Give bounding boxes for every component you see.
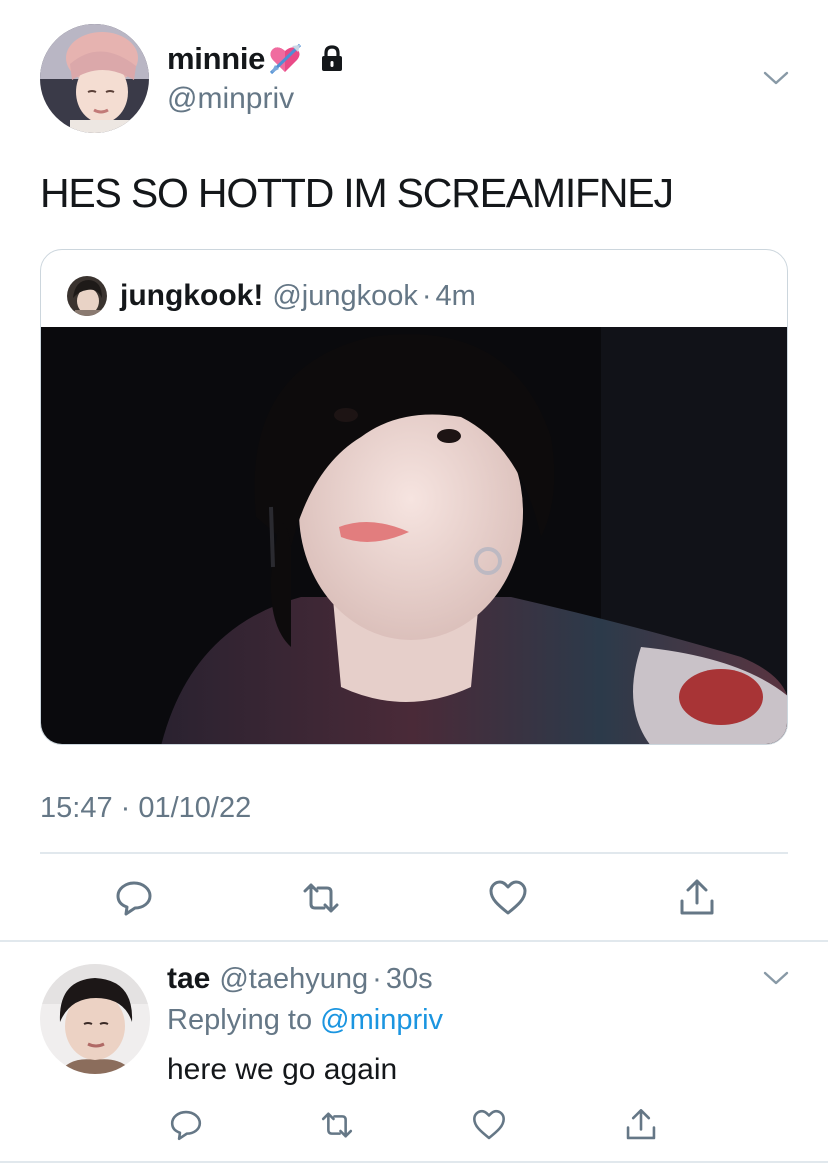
retweet-icon[interactable] xyxy=(318,1106,356,1144)
tweet-text: HES SO HOTTD IM SCREAMIFNEJ xyxy=(40,170,674,216)
divider xyxy=(0,1161,828,1163)
reply-handle[interactable]: @taehyung xyxy=(219,963,368,996)
divider xyxy=(0,940,828,942)
tweet-thread: minnie @minpriv HES SO HOTTD IM SCREAMIF… xyxy=(0,0,828,1163)
author-name-row: minnie xyxy=(167,40,347,78)
quoted-display-name: jungkook! xyxy=(120,279,264,312)
tweet-timestamp[interactable]: 15:47 · 01/10/22 xyxy=(40,792,251,825)
quoted-tweet-card[interactable]: jungkook! @jungkook · 4m xyxy=(40,249,788,745)
like-icon[interactable] xyxy=(486,876,530,920)
avatar[interactable] xyxy=(40,24,149,133)
share-icon[interactable] xyxy=(622,1106,660,1144)
reply-icon[interactable] xyxy=(167,1106,205,1144)
quoted-time: 4m xyxy=(435,279,476,312)
share-icon[interactable] xyxy=(675,876,719,920)
separator-dot: · xyxy=(421,279,432,312)
like-icon[interactable] xyxy=(470,1106,508,1144)
author-handle[interactable]: @minpriv xyxy=(167,82,294,116)
quoted-photo[interactable] xyxy=(41,327,788,745)
display-name[interactable]: minnie xyxy=(167,41,265,77)
reply-avatar[interactable] xyxy=(40,964,150,1074)
reply-icon[interactable] xyxy=(112,876,156,920)
replying-to-link[interactable]: @minpriv xyxy=(320,1004,443,1036)
quoted-handle: @jungkook xyxy=(272,279,418,312)
reply-text: here we go again xyxy=(167,1053,398,1086)
quoted-tweet-header: jungkook! @jungkook · 4m xyxy=(67,276,476,316)
separator-dot: · xyxy=(372,962,382,995)
chevron-down-icon[interactable] xyxy=(762,968,790,988)
heart-with-arrow-emoji-icon xyxy=(267,41,303,77)
divider xyxy=(40,852,788,854)
quoted-avatar xyxy=(67,276,107,316)
reply-time[interactable]: 30s xyxy=(386,963,433,996)
retweet-icon[interactable] xyxy=(299,876,343,920)
reply-header: tae @taehyung · 30s xyxy=(167,958,433,1000)
reply-display-name[interactable]: tae xyxy=(167,962,210,996)
lock-icon xyxy=(317,43,347,75)
replying-to-line: Replying to @minpriv xyxy=(167,1004,443,1037)
chevron-down-icon[interactable] xyxy=(762,68,790,88)
replying-to-label: Replying to xyxy=(167,1004,313,1036)
